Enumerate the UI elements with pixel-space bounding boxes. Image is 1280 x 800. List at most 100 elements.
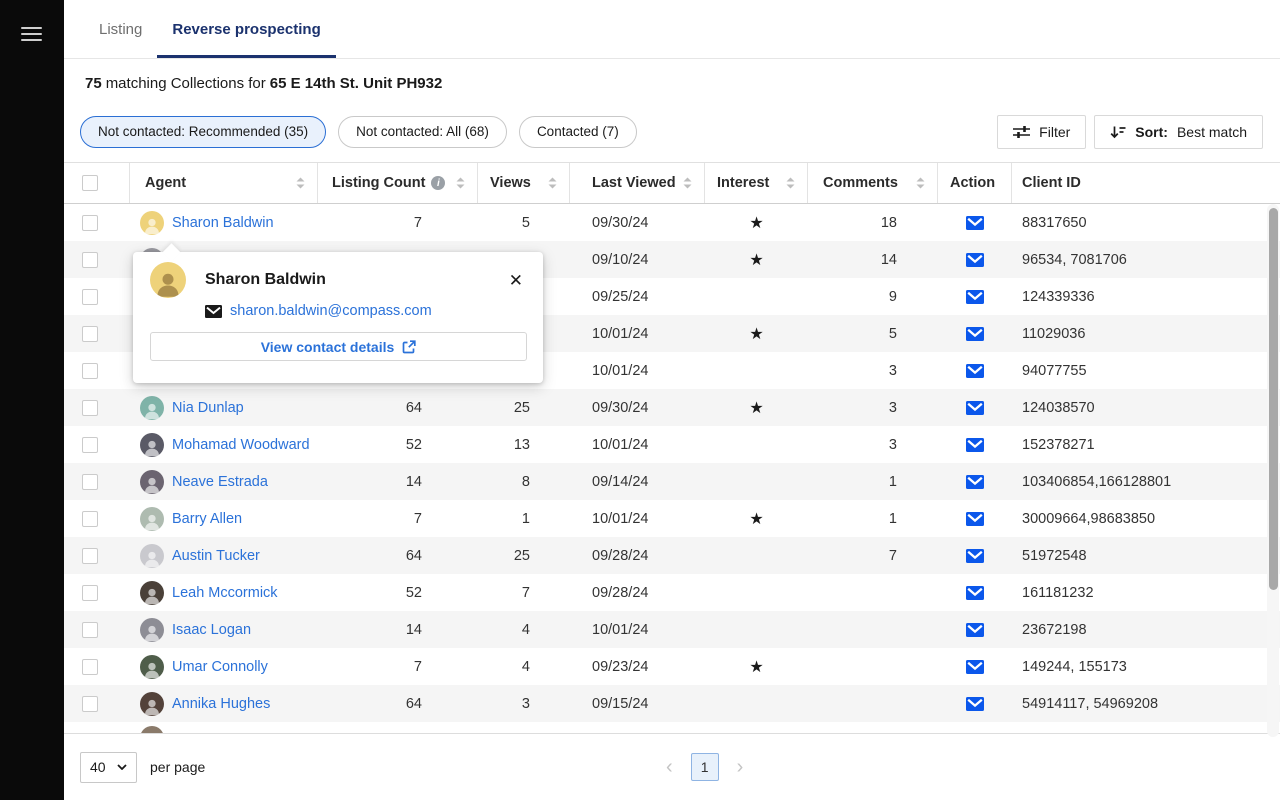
row-checkbox[interactable] bbox=[82, 437, 98, 453]
agent-name-link[interactable]: Barry Allen bbox=[172, 511, 242, 527]
filter-button[interactable]: Filter bbox=[997, 115, 1086, 149]
column-header-interest[interactable]: Interest bbox=[705, 163, 808, 203]
column-header-agent[interactable]: Agent bbox=[130, 163, 318, 203]
agent-avatar bbox=[140, 692, 164, 716]
comments-cell: 3 bbox=[808, 352, 938, 389]
agent-name-link[interactable]: Austin Tucker bbox=[172, 548, 260, 564]
last-viewed-cell: 09/28/24 bbox=[570, 537, 705, 574]
interest-star-icon: ★ bbox=[705, 241, 808, 278]
column-header-comments[interactable]: Comments bbox=[808, 163, 938, 203]
agent-name-link[interactable]: Umar Connolly bbox=[172, 659, 268, 675]
email-action-icon[interactable] bbox=[966, 290, 984, 304]
column-label: Agent bbox=[145, 175, 186, 191]
sort-icon[interactable] bbox=[548, 177, 557, 189]
agent-name-link[interactable]: Leah Mccormick bbox=[172, 585, 278, 601]
agent-cell: Austin Tucker bbox=[130, 537, 318, 574]
client-id-cell: 152378271 bbox=[1012, 426, 1280, 463]
interest-star-icon: ★ bbox=[705, 204, 808, 241]
prev-page-icon[interactable]: ‹ bbox=[662, 757, 677, 777]
current-page-button[interactable]: 1 bbox=[691, 753, 719, 781]
comments-cell: 9 bbox=[808, 278, 938, 315]
client-id-cell: 88317650 bbox=[1012, 204, 1280, 241]
row-checkbox[interactable] bbox=[82, 363, 98, 379]
last-viewed-cell: 09/25/24 bbox=[570, 278, 705, 315]
checkbox-cell bbox=[64, 685, 130, 722]
scrollbar-thumb[interactable] bbox=[1269, 208, 1278, 590]
comments-cell: 14 bbox=[808, 241, 938, 278]
sort-icon[interactable] bbox=[916, 177, 925, 189]
view-contact-details-button[interactable]: View contact details bbox=[150, 332, 527, 361]
email-action-icon[interactable] bbox=[966, 401, 984, 415]
agent-name-link[interactable]: Annika Hughes bbox=[172, 696, 270, 712]
comments-cell: 18 bbox=[808, 204, 938, 241]
tab-bar: Listing Reverse prospecting bbox=[64, 0, 1280, 59]
next-page-icon[interactable]: › bbox=[733, 757, 748, 777]
agent-name-link[interactable]: Mohamad Woodward bbox=[172, 437, 310, 453]
views-cell: 8 bbox=[478, 463, 570, 500]
agent-avatar bbox=[140, 655, 164, 679]
agent-email-link[interactable]: sharon.baldwin@compass.com bbox=[230, 303, 432, 319]
row-checkbox[interactable] bbox=[82, 326, 98, 342]
table-row: Isaac Logan14410/01/2423672198 bbox=[64, 611, 1280, 648]
client-id-cell: 11029036 bbox=[1012, 315, 1280, 352]
sort-icon[interactable] bbox=[296, 177, 305, 189]
sort-icon[interactable] bbox=[683, 177, 692, 189]
pill-not-contacted-recommended[interactable]: Not contacted: Recommended (35) bbox=[80, 116, 326, 148]
pill-contacted[interactable]: Contacted (7) bbox=[519, 116, 637, 148]
email-action-icon[interactable] bbox=[966, 216, 984, 230]
email-action-icon[interactable] bbox=[966, 327, 984, 341]
sort-icon[interactable] bbox=[786, 177, 795, 189]
email-action-icon[interactable] bbox=[966, 364, 984, 378]
scrollbar[interactable] bbox=[1267, 204, 1279, 737]
interest-cell bbox=[705, 574, 808, 611]
email-action-icon[interactable] bbox=[966, 475, 984, 489]
row-checkbox[interactable] bbox=[82, 622, 98, 638]
column-header-last_viewed[interactable]: Last Viewed bbox=[570, 163, 705, 203]
email-action-icon[interactable] bbox=[966, 512, 984, 526]
checkbox-cell bbox=[64, 315, 130, 352]
row-checkbox[interactable] bbox=[82, 474, 98, 490]
client-id-cell: 94077755 bbox=[1012, 352, 1280, 389]
agent-name-link[interactable]: Nia Dunlap bbox=[172, 400, 244, 416]
row-checkbox[interactable] bbox=[82, 511, 98, 527]
email-action-icon[interactable] bbox=[966, 623, 984, 637]
row-checkbox[interactable] bbox=[82, 215, 98, 231]
close-icon[interactable]: ✕ bbox=[505, 270, 527, 291]
row-checkbox[interactable] bbox=[82, 400, 98, 416]
hamburger-menu-icon[interactable] bbox=[21, 27, 42, 42]
checkbox-cell bbox=[64, 241, 130, 278]
tab-reverse-prospecting[interactable]: Reverse prospecting bbox=[157, 3, 335, 58]
sort-icon[interactable] bbox=[456, 177, 465, 189]
row-checkbox[interactable] bbox=[82, 696, 98, 712]
agent-name-link[interactable]: Isaac Logan bbox=[172, 622, 251, 638]
email-action-icon[interactable] bbox=[966, 697, 984, 711]
checkbox-cell bbox=[64, 574, 130, 611]
email-action-icon[interactable] bbox=[966, 438, 984, 452]
agent-cell: Sharon Baldwin bbox=[130, 204, 318, 241]
row-checkbox[interactable] bbox=[82, 659, 98, 675]
checkbox-cell bbox=[64, 500, 130, 537]
email-action-icon[interactable] bbox=[966, 586, 984, 600]
tab-listing[interactable]: Listing bbox=[84, 3, 157, 58]
column-header-listing_count[interactable]: Listing Counti bbox=[318, 163, 478, 203]
pill-not-contacted-all[interactable]: Not contacted: All (68) bbox=[338, 116, 507, 148]
row-checkbox[interactable] bbox=[82, 548, 98, 564]
toolbar: Not contacted: Recommended (35) Not cont… bbox=[64, 107, 1280, 162]
per-page-select[interactable]: 40 bbox=[80, 752, 137, 783]
agent-name-link[interactable]: Neave Estrada bbox=[172, 474, 268, 490]
agent-name-link[interactable]: Sharon Baldwin bbox=[172, 215, 274, 231]
row-checkbox[interactable] bbox=[82, 585, 98, 601]
email-action-icon[interactable] bbox=[966, 549, 984, 563]
column-header-views[interactable]: Views bbox=[478, 163, 570, 203]
email-action-icon[interactable] bbox=[966, 253, 984, 267]
email-action-icon[interactable] bbox=[966, 660, 984, 674]
action-cell bbox=[938, 389, 1012, 426]
column-label: Views bbox=[490, 175, 531, 191]
select-all-checkbox[interactable] bbox=[82, 175, 98, 191]
table-row: Neave Estrada14809/14/241103406854,16612… bbox=[64, 463, 1280, 500]
sort-button[interactable]: Sort: Best match bbox=[1094, 115, 1263, 149]
info-icon[interactable]: i bbox=[431, 176, 445, 190]
row-checkbox[interactable] bbox=[82, 289, 98, 305]
checkbox-cell bbox=[64, 648, 130, 685]
row-checkbox[interactable] bbox=[82, 252, 98, 268]
